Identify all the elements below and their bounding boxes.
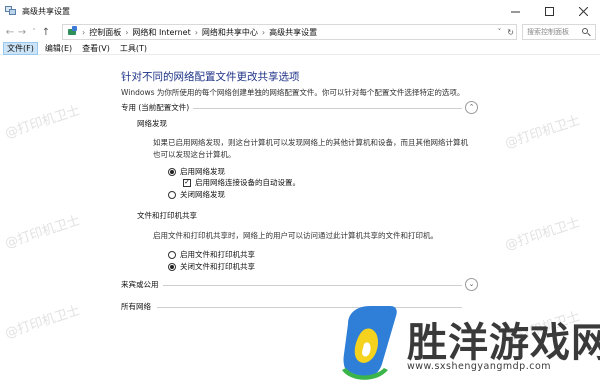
recent-locations-icon[interactable]: ˅ (28, 24, 40, 40)
title-bar: 高级共享设置 (0, 0, 600, 22)
radio-button[interactable] (168, 190, 176, 199)
profile-guest-header[interactable]: 来宾或公用 ⌄ (121, 278, 478, 291)
address-bar-row: ← → ˅ ↑ › 控制面板 › 网络和 Internet › 网络和共享中心 … (0, 22, 600, 42)
profile-private-header[interactable]: 专用 (当前配置文件) ⌃ (121, 101, 478, 114)
auto-setup-label: 启用网络连接设备的自动设置。 (195, 178, 300, 187)
network-discovery-on-label: 启用网络发现 (180, 167, 225, 176)
search-placeholder: 搜索控制面板 (527, 28, 569, 36)
watermark: @打印机卫士 (503, 113, 583, 152)
page-heading: 针对不同的网络配置文件更改共享选项 (121, 71, 300, 83)
divider (193, 108, 462, 109)
chevron-up-icon[interactable]: ⌃ (465, 101, 478, 114)
minimize-icon[interactable] (498, 0, 532, 22)
file-printer-sharing-description: 启用文件和打印机共享时，网络上的用户可以访问通过此计算机共享的文件和打印机。 (153, 231, 438, 240)
brand-url: www.sxshengyangmdp.com (407, 361, 552, 372)
breadcrumb-separator-icon[interactable]: › (82, 28, 85, 37)
address-bar[interactable]: › 控制面板 › 网络和 Internet › 网络和共享中心 › 高级共享设置… (62, 24, 517, 40)
back-arrow-icon[interactable]: ← (4, 24, 16, 40)
file-printer-sharing-on-label: 启用文件和打印机共享 (180, 250, 255, 259)
maximize-icon[interactable] (532, 0, 566, 22)
control-panel-icon (66, 26, 78, 38)
breadcrumb-network-sharing-center[interactable]: 网络和共享中心 (202, 27, 258, 38)
up-arrow-icon[interactable]: ↑ (40, 24, 52, 40)
breadcrumb-advanced-sharing[interactable]: 高级共享设置 (269, 27, 317, 38)
window-title: 高级共享设置 (22, 6, 70, 16)
radio-button-selected[interactable] (168, 167, 176, 176)
network-discovery-description: 如果已启用网络发现，则这台计算机可以发现网络上的其他计算机和设备，而且其他网络计… (153, 138, 468, 159)
profile-guest-label: 来宾或公用 (121, 280, 159, 289)
search-icon (582, 27, 591, 37)
profile-all-networks-label: 所有网络 (121, 302, 151, 311)
network-discovery-off-option[interactable]: 关闭网络发现 (168, 189, 225, 200)
close-icon[interactable] (566, 0, 600, 22)
brand-name: 胜洋游戏网 (407, 320, 600, 366)
window-controls (498, 0, 600, 22)
menu-file[interactable]: 文件(F) (3, 41, 38, 55)
file-printer-sharing-off-option[interactable]: 关闭文件和打印机共享 (168, 261, 255, 272)
brand-logo-icon (342, 306, 397, 380)
auto-setup-option[interactable]: ✓ 启用网络连接设备的自动设置。 (183, 177, 300, 188)
checkbox-checked[interactable]: ✓ (183, 178, 191, 187)
network-discovery-title: 网络发现 (137, 119, 167, 128)
breadcrumb-separator-icon[interactable]: › (262, 28, 265, 37)
breadcrumb-separator-icon[interactable]: › (125, 28, 128, 37)
watermark: @打印机卫士 (3, 103, 83, 142)
address-dropdown-icon[interactable]: ˅ (498, 28, 502, 36)
refresh-icon[interactable]: ↻ (507, 28, 514, 37)
page-description: Windows 为你所使用的每个网络创建单独的网络配置文件。你可以针对每个配置文… (121, 88, 465, 97)
search-input[interactable]: 搜索控制面板 (522, 24, 596, 40)
menu-view[interactable]: 查看(V) (79, 42, 113, 55)
breadcrumb-control-panel[interactable]: 控制面板 (89, 27, 121, 38)
forward-arrow-icon[interactable]: → (16, 24, 28, 40)
breadcrumb-separator-icon[interactable]: › (195, 28, 198, 37)
radio-button[interactable] (168, 250, 176, 259)
menu-bar: 文件(F) 编辑(E) 查看(V) 工具(T) (0, 41, 600, 55)
watermark: @打印机卫士 (3, 213, 83, 252)
menu-edit[interactable]: 编辑(E) (42, 42, 75, 55)
network-discovery-on-option[interactable]: 启用网络发现 (168, 166, 225, 177)
watermark: @打印机卫士 (3, 303, 83, 342)
profile-private-label: 专用 (当前配置文件) (121, 103, 190, 112)
file-printer-sharing-off-label: 关闭文件和打印机共享 (180, 262, 255, 271)
divider (163, 285, 462, 286)
menu-tools[interactable]: 工具(T) (117, 42, 150, 55)
network-discovery-off-label: 关闭网络发现 (180, 190, 225, 199)
chevron-down-icon[interactable]: ⌄ (465, 278, 478, 291)
file-printer-sharing-title: 文件和打印机共享 (137, 211, 197, 220)
brand-watermark: 胜洋游戏网 www.sxshengyangmdp.com (328, 300, 600, 385)
radio-button-selected[interactable] (168, 262, 176, 271)
watermark: @打印机卫士 (503, 215, 583, 254)
file-printer-sharing-on-option[interactable]: 启用文件和打印机共享 (168, 249, 255, 260)
breadcrumb-network-internet[interactable]: 网络和 Internet (132, 27, 190, 38)
sharing-settings-icon (5, 6, 17, 16)
